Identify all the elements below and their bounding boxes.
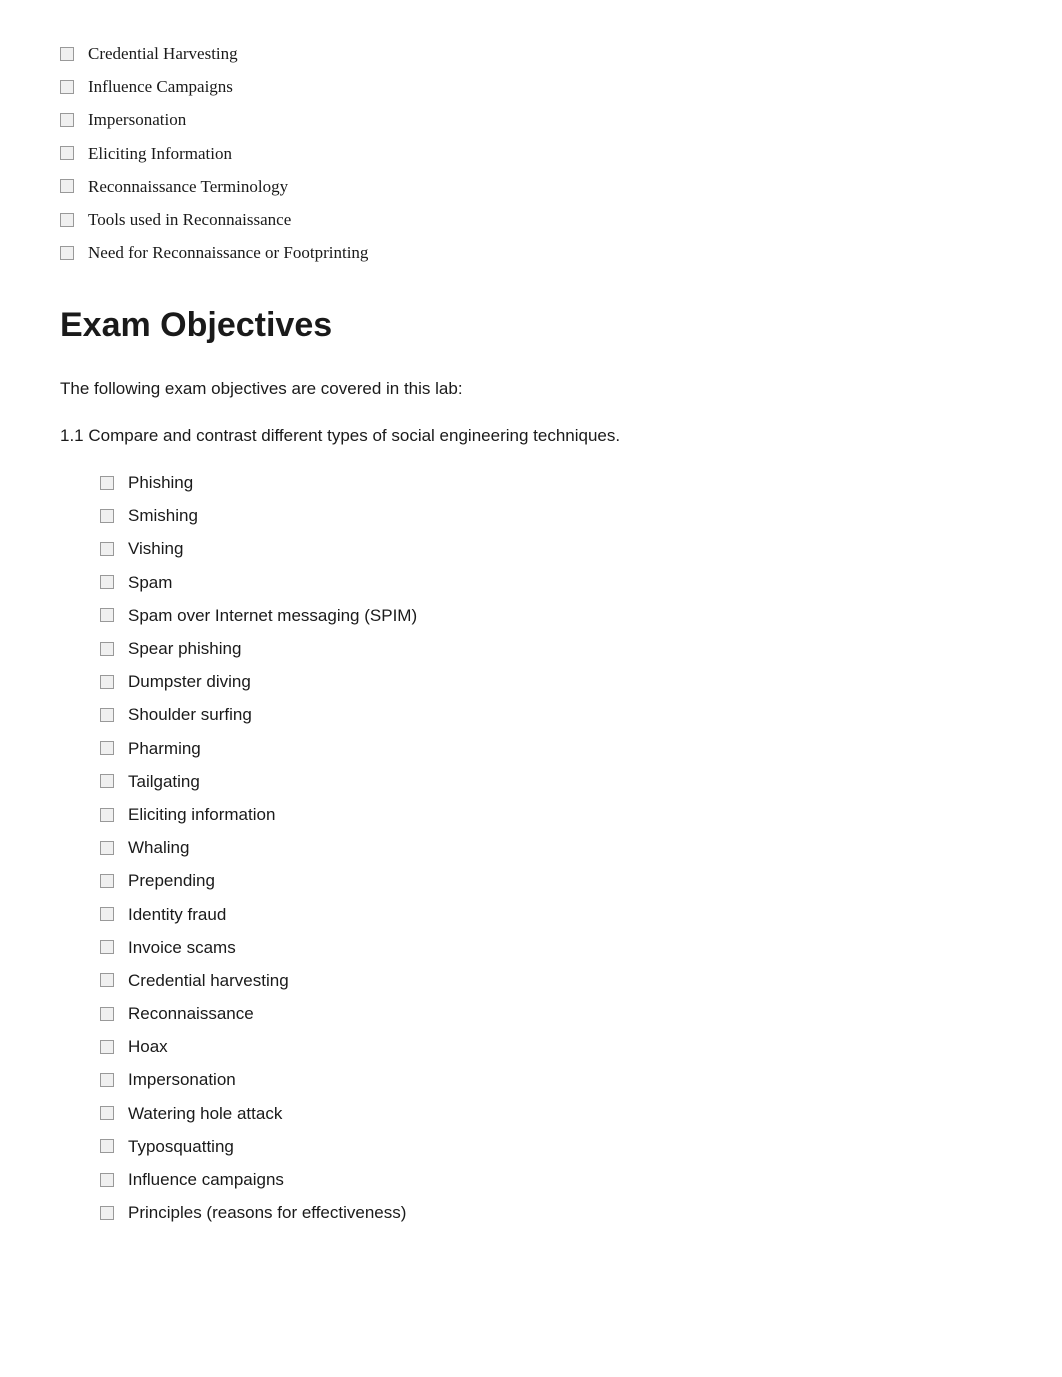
bullet-checkbox bbox=[100, 575, 114, 589]
list-item: Pharming bbox=[100, 735, 1002, 762]
top-list: Credential Harvesting Influence Campaigns… bbox=[60, 40, 1002, 266]
bullet-checkbox bbox=[100, 874, 114, 888]
list-item: Hoax bbox=[100, 1033, 1002, 1060]
list-item: Influence Campaigns bbox=[60, 73, 1002, 100]
bullet-checkbox bbox=[100, 1073, 114, 1087]
bullet-checkbox bbox=[100, 476, 114, 490]
list-item-label: Influence Campaigns bbox=[88, 73, 233, 100]
list-item: Whaling bbox=[100, 834, 1002, 861]
sub-list: Phishing Smishing Vishing Spam Spam over Int… bbox=[100, 469, 1002, 1226]
list-item-label: Spear phishing bbox=[128, 635, 241, 662]
list-item: Tools used in Reconnaissance bbox=[60, 206, 1002, 233]
bullet-checkbox bbox=[100, 808, 114, 822]
intro-text: The following exam objectives are covere… bbox=[60, 375, 1002, 402]
bullet-checkbox bbox=[60, 213, 74, 227]
bullet-checkbox bbox=[60, 179, 74, 193]
bullet-checkbox bbox=[100, 509, 114, 523]
list-item-label: Credential Harvesting bbox=[88, 40, 238, 67]
bullet-checkbox bbox=[100, 1040, 114, 1054]
list-item: Impersonation bbox=[60, 106, 1002, 133]
bullet-checkbox bbox=[100, 1206, 114, 1220]
list-item-label: Pharming bbox=[128, 735, 201, 762]
list-item: Identity fraud bbox=[100, 901, 1002, 928]
list-item-label: Vishing bbox=[128, 535, 183, 562]
list-item-label: Influence campaigns bbox=[128, 1166, 284, 1193]
list-item-label: Dumpster diving bbox=[128, 668, 251, 695]
bullet-checkbox bbox=[60, 47, 74, 61]
list-item-label: Eliciting information bbox=[128, 801, 275, 828]
bullet-checkbox bbox=[100, 708, 114, 722]
bullet-checkbox bbox=[100, 741, 114, 755]
list-item: Phishing bbox=[100, 469, 1002, 496]
bullet-checkbox bbox=[100, 1007, 114, 1021]
list-item: Spam over Internet messaging (SPIM) bbox=[100, 602, 1002, 629]
bullet-checkbox bbox=[100, 675, 114, 689]
list-item: Tailgating bbox=[100, 768, 1002, 795]
list-item-label: Identity fraud bbox=[128, 901, 226, 928]
list-item: Dumpster diving bbox=[100, 668, 1002, 695]
bullet-checkbox bbox=[100, 1106, 114, 1120]
bullet-checkbox bbox=[100, 1139, 114, 1153]
list-item-label: Tools used in Reconnaissance bbox=[88, 206, 291, 233]
list-item-label: Spam bbox=[128, 569, 172, 596]
list-item: Prepending bbox=[100, 867, 1002, 894]
list-item: Reconnaissance Terminology bbox=[60, 173, 1002, 200]
list-item-label: Principles (reasons for effectiveness) bbox=[128, 1199, 406, 1226]
list-item: Vishing bbox=[100, 535, 1002, 562]
list-item-label: Need for Reconnaissance or Footprinting bbox=[88, 239, 368, 266]
list-item: Shoulder surfing bbox=[100, 701, 1002, 728]
bullet-checkbox bbox=[100, 841, 114, 855]
list-item-label: Reconnaissance bbox=[128, 1000, 254, 1027]
bullet-checkbox bbox=[60, 113, 74, 127]
bullet-checkbox bbox=[100, 907, 114, 921]
list-item-label: Typosquatting bbox=[128, 1133, 234, 1160]
list-item: Impersonation bbox=[100, 1066, 1002, 1093]
list-item: Need for Reconnaissance or Footprinting bbox=[60, 239, 1002, 266]
bullet-checkbox bbox=[100, 542, 114, 556]
list-item-label: Invoice scams bbox=[128, 934, 236, 961]
list-item-label: Reconnaissance Terminology bbox=[88, 173, 288, 200]
list-item: Watering hole attack bbox=[100, 1100, 1002, 1127]
list-item: Eliciting information bbox=[100, 801, 1002, 828]
list-item-label: Whaling bbox=[128, 834, 189, 861]
list-item: Eliciting Information bbox=[60, 140, 1002, 167]
bullet-checkbox bbox=[100, 642, 114, 656]
list-item: Spear phishing bbox=[100, 635, 1002, 662]
bullet-checkbox bbox=[100, 774, 114, 788]
list-item-label: Phishing bbox=[128, 469, 193, 496]
list-item-label: Spam over Internet messaging (SPIM) bbox=[128, 602, 417, 629]
list-item: Smishing bbox=[100, 502, 1002, 529]
list-item-label: Shoulder surfing bbox=[128, 701, 252, 728]
section-title: Exam Objectives bbox=[60, 298, 1002, 352]
list-item-label: Credential harvesting bbox=[128, 967, 289, 994]
bullet-checkbox bbox=[100, 608, 114, 622]
objective-text: 1.1 Compare and contrast different types… bbox=[60, 422, 1002, 449]
list-item: Reconnaissance bbox=[100, 1000, 1002, 1027]
bullet-checkbox bbox=[100, 1173, 114, 1187]
list-item: Influence campaigns bbox=[100, 1166, 1002, 1193]
bullet-checkbox bbox=[60, 146, 74, 160]
list-item-label: Watering hole attack bbox=[128, 1100, 282, 1127]
list-item: Principles (reasons for effectiveness) bbox=[100, 1199, 1002, 1226]
list-item-label: Tailgating bbox=[128, 768, 200, 795]
bullet-checkbox bbox=[60, 80, 74, 94]
bullet-checkbox bbox=[60, 246, 74, 260]
bullet-checkbox bbox=[100, 973, 114, 987]
list-item-label: Smishing bbox=[128, 502, 198, 529]
list-item: Credential harvesting bbox=[100, 967, 1002, 994]
list-item: Credential Harvesting bbox=[60, 40, 1002, 67]
list-item-label: Prepending bbox=[128, 867, 215, 894]
list-item: Typosquatting bbox=[100, 1133, 1002, 1160]
list-item: Invoice scams bbox=[100, 934, 1002, 961]
list-item-label: Hoax bbox=[128, 1033, 168, 1060]
list-item: Spam bbox=[100, 569, 1002, 596]
bullet-checkbox bbox=[100, 940, 114, 954]
list-item-label: Impersonation bbox=[88, 106, 186, 133]
list-item-label: Eliciting Information bbox=[88, 140, 232, 167]
list-item-label: Impersonation bbox=[128, 1066, 236, 1093]
